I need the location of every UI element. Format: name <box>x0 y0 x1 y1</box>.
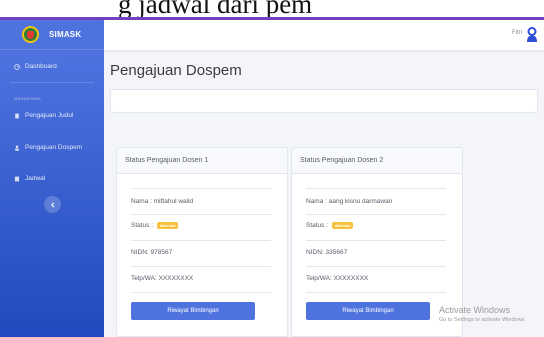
divider <box>306 214 446 215</box>
status-badge: diterima <box>156 222 179 229</box>
content-card <box>110 89 538 113</box>
dosen-name: Nama : miftahul walid <box>131 198 194 205</box>
page-title: Pengajuan Dospem <box>110 62 242 79</box>
topbar: Fitri <box>104 20 544 50</box>
sidebar-toggle-button[interactable] <box>44 196 61 213</box>
sidebar-item-pengajuan-dospem[interactable]: Pengajuan Dospem <box>14 144 82 151</box>
divider <box>306 188 446 189</box>
status-row: Status : diterima <box>306 222 446 229</box>
dosen-name: Nama : aang kisnu darmawan <box>306 198 393 205</box>
divider <box>306 240 446 241</box>
sidebar: SIMASK Dashboard MAHASISWA Pengajuan Jud… <box>0 20 104 337</box>
riwayat-bimbingan-button[interactable]: Riwayat Bimbingan <box>131 302 255 320</box>
chevron-left-icon <box>50 202 54 207</box>
sidebar-item-dashboard[interactable]: Dashboard <box>14 63 57 70</box>
divider <box>131 214 271 215</box>
dosen-phone: Telp/WA: XXXXXXXX <box>131 275 194 282</box>
dosen-nidn: NIDN: 335667 <box>306 249 348 256</box>
sidebar-heading: MAHASISWA <box>14 96 41 101</box>
divider <box>306 292 446 293</box>
sidebar-item-label: Dashboard <box>25 63 57 70</box>
divider <box>131 266 271 267</box>
sidebar-item-label: Jadwal <box>25 175 46 182</box>
card-title: Status Pengajuan Dosen 2 <box>292 148 462 174</box>
status-badge: diterima <box>331 222 354 229</box>
user-name[interactable]: Fitri <box>512 30 522 36</box>
top-caption-strip: g jadwal dari pem <box>0 0 544 20</box>
watermark-subtitle: Go to Settings to activate Windows. <box>439 317 526 323</box>
sidebar-item-pengajuan-judul[interactable]: Pengajuan Judul <box>14 112 73 119</box>
sidebar-brand[interactable]: SIMASK <box>0 20 104 50</box>
watermark-title: Activate Windows <box>439 305 511 315</box>
brand-name: SIMASK <box>49 30 82 39</box>
dosen-status-card-2: Status Pengajuan Dosen 2 Nama : aang kis… <box>291 147 463 337</box>
riwayat-bimbingan-button[interactable]: Riwayat Bimbingan <box>306 302 430 320</box>
activate-windows-watermark: Activate Windows Go to Settings to activ… <box>439 305 526 323</box>
divider <box>306 266 446 267</box>
dosen-status-card-1: Status Pengajuan Dosen 1 Nama : miftahul… <box>116 147 288 337</box>
university-logo-icon <box>22 26 39 43</box>
status-label: Status : <box>131 222 154 230</box>
divider <box>131 188 271 189</box>
sidebar-item-label: Pengajuan Judul <box>25 112 74 119</box>
sidebar-item-label: Pengajuan Dospem <box>25 144 83 151</box>
card-title: Status Pengajuan Dosen 1 <box>117 148 287 174</box>
divider <box>131 240 271 241</box>
status-label: Status : <box>306 222 329 230</box>
sidebar-item-jadwal[interactable]: Jadwal <box>14 175 45 182</box>
status-row: Status : diterima <box>131 222 271 229</box>
dosen-nidn: NIDN: 978567 <box>131 249 173 256</box>
calendar-icon <box>14 176 20 181</box>
divider <box>131 292 271 293</box>
dosen-phone: Telp/WA: XXXXXXXX <box>306 275 369 282</box>
dashboard-icon <box>14 63 20 70</box>
sidebar-divider <box>10 82 94 83</box>
file-icon <box>15 113 19 118</box>
user-icon <box>14 144 20 151</box>
user-avatar-icon[interactable] <box>526 27 538 42</box>
